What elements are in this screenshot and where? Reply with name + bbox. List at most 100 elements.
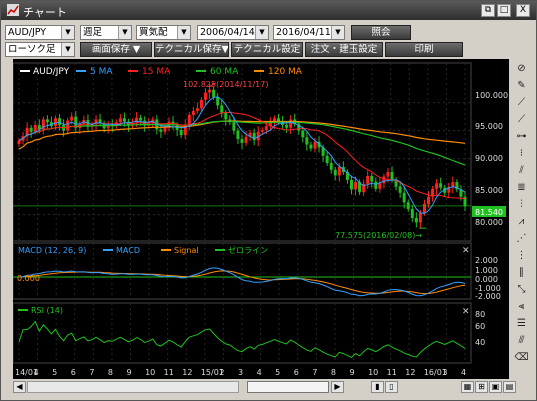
scrollbar-thumb[interactable] xyxy=(247,381,329,393)
candle-body xyxy=(29,127,33,132)
gann-icon[interactable]: ⋰ xyxy=(514,232,529,245)
parallel-icon[interactable]: ∥ xyxy=(514,266,529,279)
candle-body xyxy=(435,183,439,189)
maximize-window-button[interactable]: □ xyxy=(497,4,511,17)
date-axis-label: 6 xyxy=(71,368,76,377)
settings-icon[interactable]: ▣ xyxy=(489,381,502,393)
candle-body xyxy=(402,192,406,203)
zoom-out-icon[interactable]: ▮ xyxy=(371,381,384,393)
candle-type-select[interactable]: ローソク足 ▼ xyxy=(5,42,75,57)
macd-axis-label-4: -2.000 xyxy=(475,292,501,301)
print-button[interactable]: 印刷 xyxy=(385,42,463,57)
ray-line-icon[interactable]: ⟋ xyxy=(514,113,529,126)
scroll-right-icon[interactable]: ▶ xyxy=(331,381,344,393)
date-axis: 14/014 5 6 7 8 9 10 11 12 15/012 3 4 5 6 7 8 9 10 11 12 16/0… xyxy=(15,368,466,377)
macd-axis: 2.000 1.000 0.000 -1.000 -2.000 xyxy=(475,256,501,301)
candle-body xyxy=(240,139,244,143)
candle-body xyxy=(325,155,329,164)
date-axis-label: 9 xyxy=(127,368,132,377)
high-annotation: 102.825(2014/11/17) xyxy=(183,80,268,89)
candle-body xyxy=(366,175,370,184)
price-axis-label-95: 95.000 xyxy=(475,122,503,131)
pencil-icon[interactable]: ✎ xyxy=(514,79,529,92)
candle-body xyxy=(309,144,313,149)
drawing-toolbox: ⊘ ✎ ⟋ ⟋ ⊶ ⁝ ⫽ ≣ ⫶ ⩘ ⋰ ⋮ ∥ ⤡ ⫷ ☰ ⫻ ⌫ xyxy=(511,59,533,379)
zoom-in-icon[interactable]: ▯ xyxy=(385,381,398,393)
speed-line-icon[interactable]: ⫻ xyxy=(514,334,529,347)
price-axis-label-85: 85.000 xyxy=(475,186,503,195)
candle-body xyxy=(285,125,289,128)
candle-type-value: ローソク足 xyxy=(8,44,56,55)
candle-body xyxy=(313,141,317,149)
regression-icon[interactable]: ⤡ xyxy=(514,283,529,296)
candle-body xyxy=(264,126,268,131)
no-draw-icon[interactable]: ⊘ xyxy=(514,62,529,75)
legend-swatch-zero xyxy=(215,249,225,251)
candle-body xyxy=(58,118,62,125)
start-date-select[interactable]: 2006/04/14 ▼ xyxy=(197,25,269,40)
date-axis-label: 7 xyxy=(89,368,94,377)
date-axis-label: 12 xyxy=(405,368,415,377)
candle-body xyxy=(398,186,402,193)
candle-body xyxy=(204,92,208,100)
fibonacci-icon[interactable]: ≣ xyxy=(514,181,529,194)
restore-window-button[interactable]: ⧉ xyxy=(481,4,495,17)
candle-body xyxy=(179,130,183,136)
chevron-down-icon: ▼ xyxy=(118,26,131,39)
symbol-select[interactable]: AUD/JPY ▼ xyxy=(5,25,75,40)
retrace-icon[interactable]: ☰ xyxy=(514,317,529,330)
candle-body xyxy=(329,163,333,170)
date-axis-label: 3 xyxy=(238,368,243,377)
scrollbar-track[interactable] xyxy=(27,381,239,393)
period-select[interactable]: 週足 ▼ xyxy=(80,25,132,40)
cycle-icon[interactable]: ⋮ xyxy=(514,249,529,262)
tech-settings-button[interactable]: テクニカル設定 xyxy=(231,42,303,57)
fan-icon[interactable]: ⫶ xyxy=(514,198,529,211)
chevron-down-icon: ▼ xyxy=(255,26,268,39)
date-axis-label: 5 xyxy=(52,368,57,377)
chart-type-icon[interactable]: ▦ xyxy=(461,381,474,393)
horizontal-line-icon[interactable]: ⊶ xyxy=(514,130,529,143)
candle-body xyxy=(232,122,236,131)
scroll-left-icon[interactable]: ◀ xyxy=(13,381,26,393)
chart-area[interactable]: AUD/JPY 5 MA 15 MA 60 MA 120 MA 102.825(… xyxy=(12,59,509,379)
end-date-value: 2016/04/11 xyxy=(276,27,331,38)
export-icon[interactable]: ▤ xyxy=(503,381,516,393)
chevron-down-icon: ▼ xyxy=(331,26,344,39)
channel-icon[interactable]: ⫽ xyxy=(514,164,529,177)
candle-body xyxy=(45,119,49,123)
pitchfork-icon[interactable]: ⫷ xyxy=(514,300,529,313)
rsi-title: RSI (14) xyxy=(31,306,63,315)
order-settings-button[interactable]: 注文・建玉設定 xyxy=(305,42,383,57)
close-macd-icon[interactable]: ✕ xyxy=(462,246,470,256)
low-annotation: 77.575(2016/02/08)→ xyxy=(335,231,422,240)
legend-swatch-ma5 xyxy=(76,70,86,72)
candle-body xyxy=(122,118,126,122)
candle-body xyxy=(406,202,410,209)
candle-body xyxy=(301,130,305,138)
close-rsi-icon[interactable]: ✕ xyxy=(462,307,470,317)
chevron-down-icon: ▼ xyxy=(61,26,74,39)
chevron-down-icon: ▼ xyxy=(177,26,190,39)
candle-body xyxy=(118,118,122,123)
price-axis-label-100: 100.000 xyxy=(475,91,508,100)
symbol-select-value: AUD/JPY xyxy=(8,27,47,38)
price-type-select[interactable]: 買気配 ▼ xyxy=(136,25,191,40)
add-indicator-icon[interactable]: ⊞ xyxy=(475,381,488,393)
zero-label: ゼロライン xyxy=(228,245,268,255)
arc-icon[interactable]: ⩘ xyxy=(514,215,529,228)
date-axis-label: 8 xyxy=(331,368,336,377)
legend-ma120: 120 MA xyxy=(268,67,303,77)
trendline-icon[interactable]: ⟋ xyxy=(514,96,529,109)
end-date-select[interactable]: 2016/04/11 ▼ xyxy=(273,25,345,40)
eraser-icon[interactable]: ⌫ xyxy=(514,351,529,364)
vertical-line-icon[interactable]: ⁝ xyxy=(514,147,529,160)
save-screen-button[interactable]: 画面保存 ▼ xyxy=(80,42,152,57)
close-window-button[interactable]: X xyxy=(516,4,530,17)
show-button[interactable]: 照会 xyxy=(351,25,411,40)
rsi-axis-label-40: 40 xyxy=(475,338,485,347)
candle-body xyxy=(252,132,256,141)
candle-body xyxy=(410,209,414,218)
date-axis-label: 11 xyxy=(387,368,397,377)
tech-save-button[interactable]: テクニカル保存▼ xyxy=(154,42,229,57)
